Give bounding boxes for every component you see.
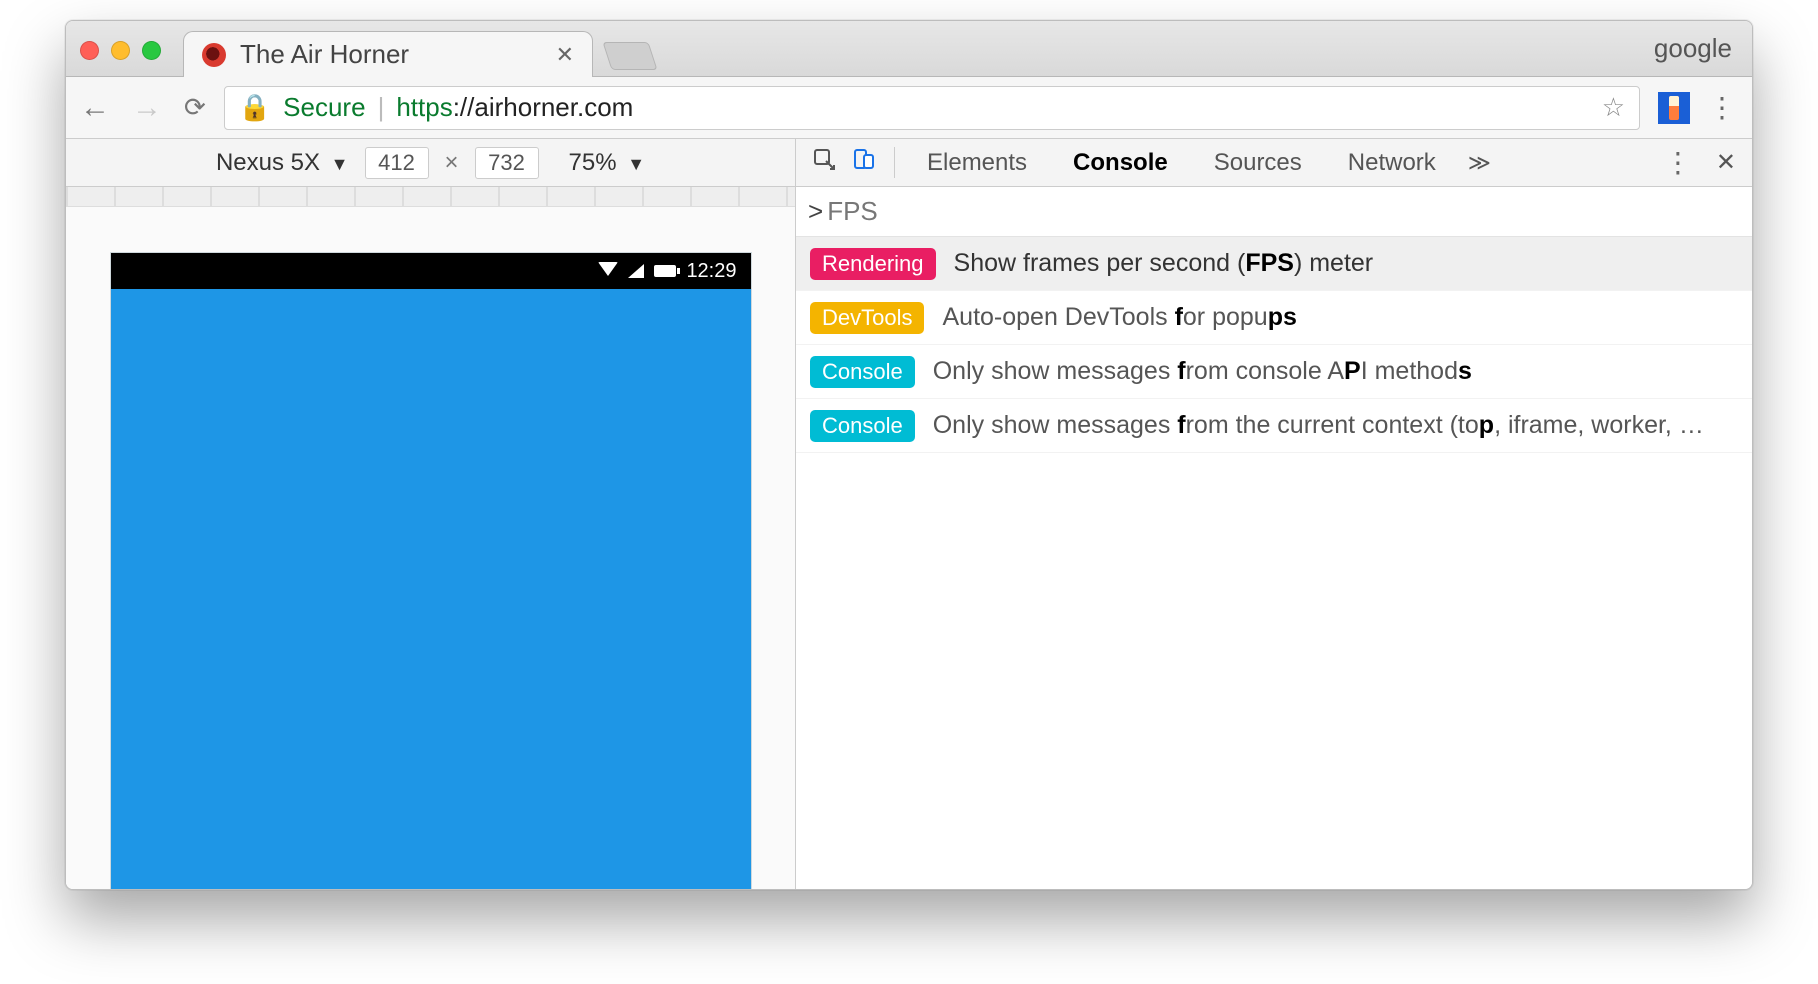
devtools-tabs: Elements Console Sources Network [921, 141, 1442, 185]
address-bar: ← → ⟳ 🔒 Secure | https://airhorner.com ☆… [66, 77, 1752, 139]
lighthouse-extension-icon[interactable] [1658, 92, 1690, 124]
command-label: Only show messages from the current cont… [933, 411, 1704, 440]
nav-back-button[interactable]: ← [80, 91, 110, 125]
dimension-x: × [445, 149, 459, 177]
phone-clock: 12:29 [686, 260, 736, 283]
command-menu-item[interactable]: DevTools Auto-open DevTools for popups [796, 291, 1752, 345]
new-tab-button[interactable] [602, 42, 657, 70]
device-selector[interactable]: Nexus 5X ▼ [216, 149, 349, 177]
inspect-element-icon[interactable] [812, 147, 836, 178]
nav-forward-button[interactable]: → [132, 91, 162, 125]
profile-label[interactable]: google [1654, 33, 1732, 64]
browser-tab[interactable]: The Air Horner ✕ [183, 31, 593, 77]
omnibox[interactable]: 🔒 Secure | https://airhorner.com ☆ [224, 86, 1640, 130]
device-width-input[interactable] [365, 147, 429, 179]
zoom-selector[interactable]: 75% ▼ [569, 149, 646, 177]
command-label: Auto-open DevTools for popups [942, 303, 1296, 332]
command-menu-item[interactable]: Console Only show messages from console A… [796, 345, 1752, 399]
device-toolbar: Nexus 5X ▼ × 75% ▼ [66, 139, 795, 187]
favicon-icon [202, 43, 226, 67]
content-split: Nexus 5X ▼ × 75% ▼ [66, 139, 1752, 889]
command-menu-input-row: > [796, 187, 1752, 237]
window-zoom-button[interactable] [142, 41, 161, 60]
command-label: Only show messages from console API meth… [933, 357, 1472, 386]
chevron-down-icon: ▼ [627, 154, 645, 174]
device-viewport[interactable]: 12:29 [66, 207, 795, 889]
devtools-tab-elements[interactable]: Elements [921, 141, 1033, 185]
toggle-device-toolbar-icon[interactable] [852, 147, 876, 178]
url-host: ://airhorner.com [453, 92, 634, 122]
devtools-tab-sources[interactable]: Sources [1208, 141, 1308, 185]
tab-close-button[interactable]: ✕ [556, 42, 574, 68]
nav-reload-button[interactable]: ⟳ [184, 92, 206, 123]
lock-icon: 🔒 [239, 92, 271, 123]
command-category-badge: Console [810, 356, 915, 388]
devtools-toolbar: Elements Console Sources Network ≫ ⋮ ✕ [796, 139, 1752, 187]
devtools-tab-network[interactable]: Network [1342, 141, 1442, 185]
command-label: Show frames per second (FPS) meter [954, 249, 1374, 278]
url-scheme: https [396, 92, 452, 122]
command-category-badge: Rendering [810, 248, 936, 280]
device-preview-pane: Nexus 5X ▼ × 75% ▼ [66, 139, 796, 889]
command-menu-list: Rendering Show frames per second (FPS) me… [796, 237, 1752, 453]
devtools-pane: Elements Console Sources Network ≫ ⋮ ✕ > Re… [796, 139, 1752, 889]
traffic-lights [80, 41, 161, 60]
command-menu-input[interactable] [823, 196, 1740, 227]
wifi-icon [598, 262, 618, 276]
battery-icon [654, 265, 676, 277]
cell-signal-icon [628, 264, 644, 278]
command-category-badge: DevTools [810, 302, 924, 334]
separator: | [378, 92, 385, 123]
devtools-tab-console[interactable]: Console [1067, 141, 1174, 185]
command-menu-item[interactable]: Rendering Show frames per second (FPS) me… [796, 237, 1752, 291]
device-name: Nexus 5X [216, 149, 320, 176]
titlebar: The Air Horner ✕ google [66, 21, 1752, 77]
browser-menu-button[interactable]: ⋮ [1708, 91, 1738, 124]
window-minimize-button[interactable] [111, 41, 130, 60]
devtools-close-button[interactable]: ✕ [1716, 148, 1736, 177]
command-prefix: > [808, 196, 823, 227]
ruler [66, 187, 795, 207]
devtools-menu-button[interactable]: ⋮ [1664, 146, 1694, 179]
url: https://airhorner.com [396, 92, 633, 123]
command-category-badge: Console [810, 410, 915, 442]
emulated-phone: 12:29 [111, 253, 751, 889]
devtools-more-tabs[interactable]: ≫ [1468, 150, 1491, 176]
bookmark-star-icon[interactable]: ☆ [1602, 92, 1625, 123]
tab-title: The Air Horner [240, 39, 409, 70]
device-height-input[interactable] [475, 147, 539, 179]
phone-statusbar: 12:29 [111, 253, 751, 289]
secure-label: Secure [283, 92, 365, 123]
chevron-down-icon: ▼ [331, 154, 349, 174]
zoom-value: 75% [569, 149, 617, 176]
window-close-button[interactable] [80, 41, 99, 60]
browser-window: The Air Horner ✕ google ← → ⟳ 🔒 Secure |… [65, 20, 1753, 890]
command-menu-item[interactable]: Console Only show messages from the curre… [796, 399, 1752, 453]
